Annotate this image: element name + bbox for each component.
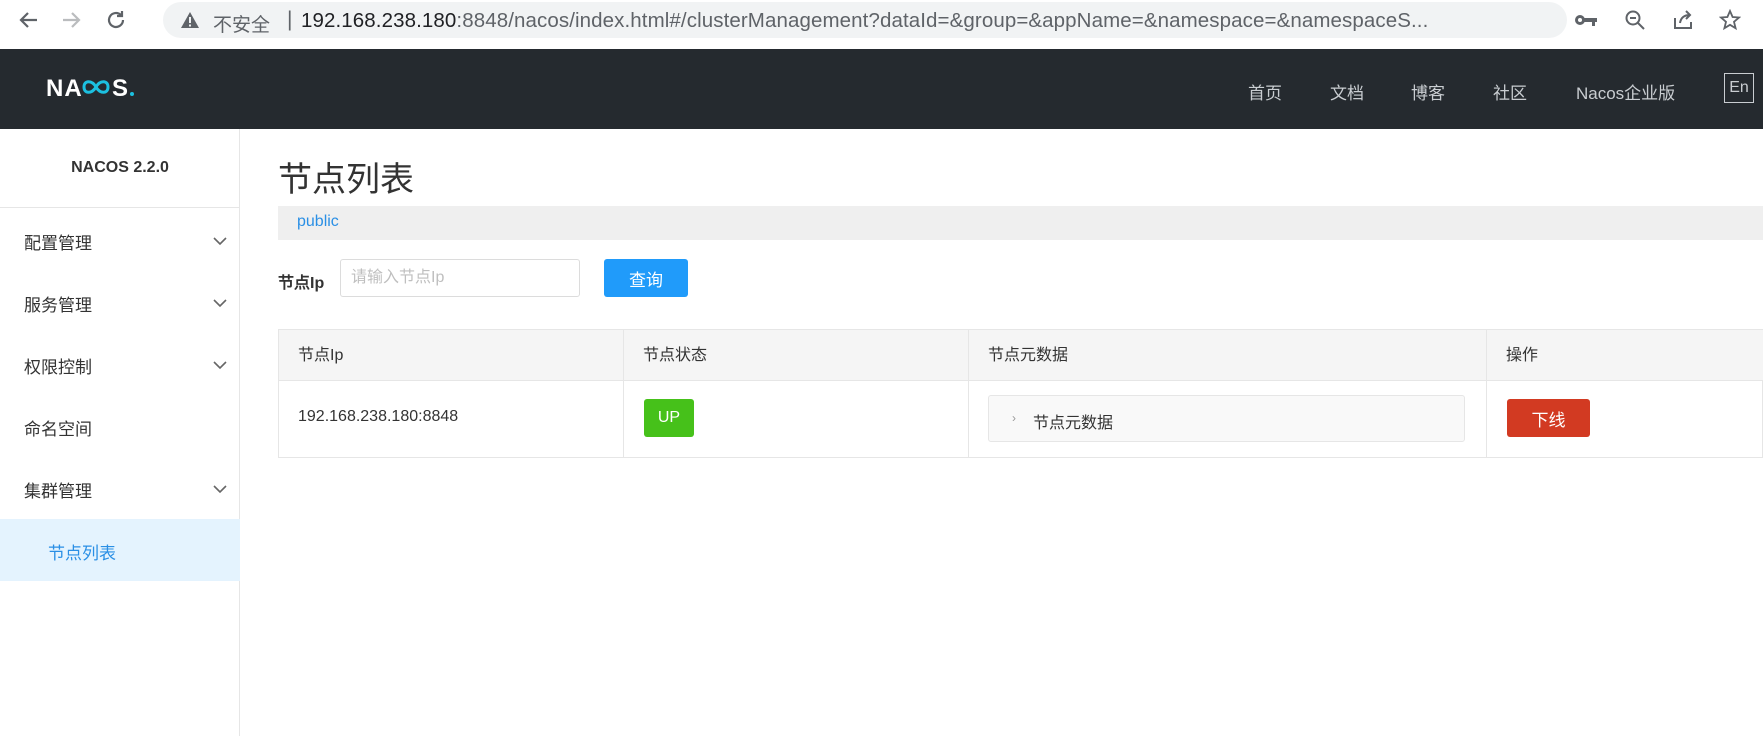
svg-text:NA: NA — [46, 75, 83, 102]
sidebar-item-namespace[interactable]: 命名空间 — [0, 395, 240, 457]
url-text[interactable]: 192.168.238.180:8848/nacos/index.html#/c… — [301, 9, 1428, 33]
nav-home[interactable]: 首页 — [1248, 79, 1282, 104]
cell-status: UP — [624, 381, 969, 457]
url-path: :8848/nacos/index.html#/clusterManagemen… — [456, 9, 1429, 32]
sidebar-item-label: 节点列表 — [48, 544, 116, 563]
metadata-collapse-panel[interactable]: › 节点元数据 — [988, 395, 1465, 442]
chevron-down-icon — [213, 481, 227, 499]
warning-icon — [180, 11, 200, 34]
nav-community[interactable]: 社区 — [1493, 79, 1527, 104]
cell-ip: 192.168.238.180:8848 — [279, 381, 624, 457]
browser-toolbar: 不安全 | 192.168.238.180:8848/nacos/index.h… — [0, 0, 1763, 40]
sidebar: NACOS 2.2.0 配置管理 服务管理 权限控制 命名空间 集群管理 节点列… — [0, 129, 240, 736]
svg-text:S: S — [112, 75, 129, 102]
cell-actions: 下线 — [1487, 381, 1763, 457]
sidebar-item-label: 配置管理 — [24, 234, 92, 253]
node-ip-search-input[interactable] — [340, 259, 580, 297]
nacos-logo[interactable]: NA S — [46, 72, 166, 102]
column-header-ip: 节点Ip — [279, 330, 624, 381]
nav-blog[interactable]: 博客 — [1411, 79, 1445, 104]
chevron-down-icon — [213, 233, 227, 251]
search-button[interactable]: 查询 — [604, 259, 688, 297]
insecure-label: 不安全 — [213, 15, 271, 36]
sidebar-item-label: 集群管理 — [24, 482, 92, 501]
sidebar-item-access-control[interactable]: 权限控制 — [0, 333, 240, 395]
url-separator: | — [287, 8, 293, 31]
search-label: 节点Ip — [278, 275, 325, 292]
back-icon[interactable] — [15, 6, 43, 34]
cell-metadata: › 节点元数据 — [969, 381, 1487, 457]
key-icon[interactable] — [1572, 6, 1600, 34]
sidebar-item-config-management[interactable]: 配置管理 — [0, 209, 240, 271]
table-row: 192.168.238.180:8848 UP › 节点元数据 下线 — [279, 381, 1763, 457]
nav-enterprise[interactable]: Nacos企业版 — [1576, 79, 1675, 104]
reload-icon[interactable] — [102, 6, 130, 34]
sidebar-item-service-management[interactable]: 服务管理 — [0, 271, 240, 333]
sidebar-item-label: 命名空间 — [24, 420, 92, 439]
version-label: NACOS 2.2.0 — [71, 159, 169, 176]
address-bar[interactable]: 不安全 | 192.168.238.180:8848/nacos/index.h… — [163, 2, 1567, 38]
page-title: 节点列表 — [278, 161, 414, 199]
table-header: 节点Ip 节点状态 节点元数据 操作 — [279, 330, 1763, 381]
nav-docs[interactable]: 文档 — [1330, 79, 1364, 104]
share-icon[interactable] — [1669, 6, 1697, 34]
sidebar-item-label: 服务管理 — [24, 296, 92, 315]
column-header-status: 节点状态 — [624, 330, 969, 381]
metadata-panel-title: 节点元数据 — [1033, 415, 1114, 432]
url-host: 192.168.238.180 — [301, 9, 457, 32]
sidebar-item-cluster-management[interactable]: 集群管理 — [0, 457, 240, 519]
namespace-link-public[interactable]: public — [297, 213, 339, 231]
offline-button[interactable]: 下线 — [1507, 399, 1590, 437]
zoom-icon[interactable] — [1621, 6, 1649, 34]
forward-icon[interactable] — [57, 6, 85, 34]
sidebar-item-node-list[interactable]: 节点列表 — [0, 519, 240, 581]
node-ip-text: 192.168.238.180:8848 — [298, 408, 459, 425]
bookmark-star-icon[interactable] — [1716, 6, 1744, 34]
language-switch-button[interactable]: En — [1724, 73, 1754, 103]
node-table: 节点Ip 节点状态 节点元数据 操作 192.168.238.180:8848 … — [278, 329, 1763, 458]
top-navbar: NA S 首页 文档 博客 社区 Nacos企业版 En — [0, 49, 1763, 129]
sidebar-item-label: 权限控制 — [24, 358, 92, 377]
sidebar-divider — [0, 207, 240, 208]
column-header-actions: 操作 — [1506, 347, 1539, 364]
column-header-metadata: 节点元数据 — [969, 330, 1487, 381]
namespace-bar: public — [278, 206, 1763, 240]
chevron-down-icon — [213, 295, 227, 313]
chevron-right-icon: › — [1012, 411, 1016, 425]
chevron-down-icon — [213, 357, 227, 375]
status-badge: UP — [644, 399, 694, 437]
